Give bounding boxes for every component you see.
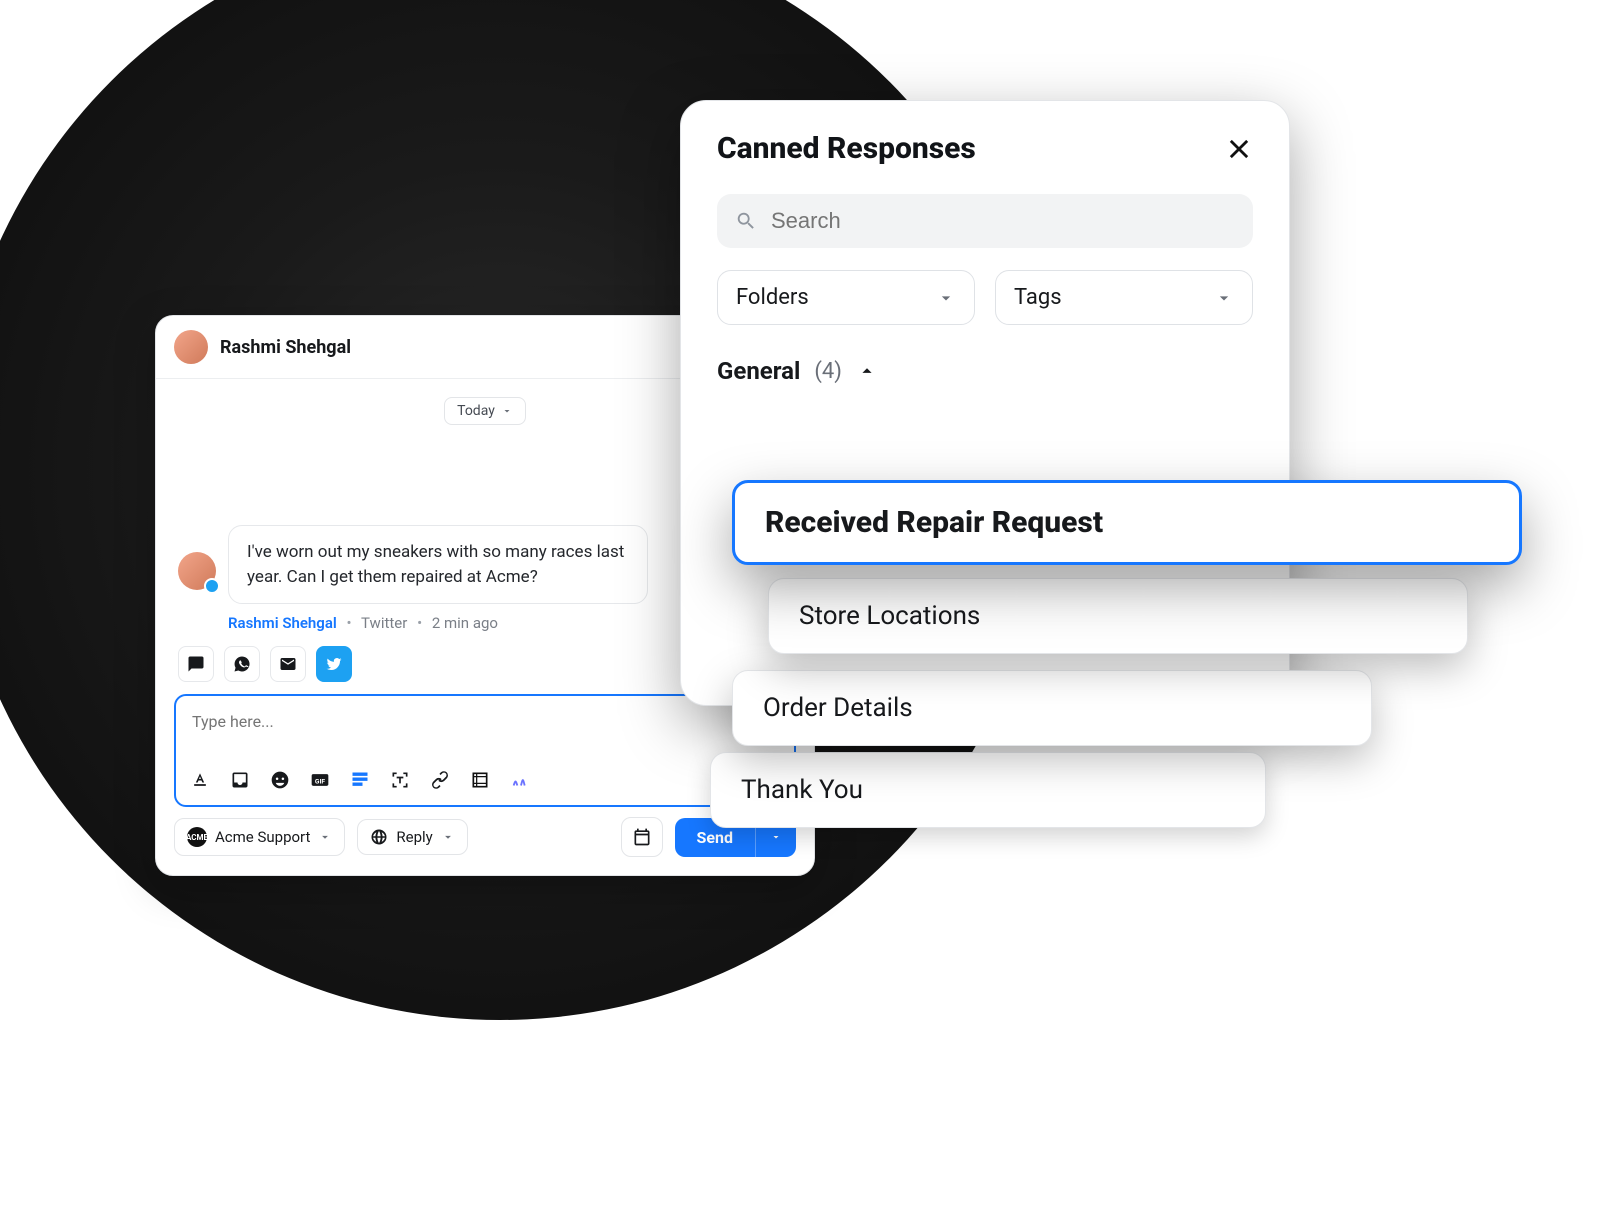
emoji-icon[interactable] (270, 770, 290, 790)
from-account-select[interactable]: ACME Acme Support (174, 818, 345, 856)
channel-twitter-button[interactable] (316, 646, 352, 682)
chevron-down-icon (501, 405, 513, 417)
chevron-up-icon (856, 360, 878, 382)
brand-icon: ACME (187, 827, 207, 847)
inbox-icon[interactable] (230, 770, 250, 790)
message-avatar[interactable] (178, 552, 216, 590)
chevron-down-icon (936, 288, 956, 308)
channel-chat-button[interactable] (178, 646, 214, 682)
reply-mode-select[interactable]: Reply (357, 819, 467, 855)
folders-label: Folders (736, 285, 809, 310)
close-icon (1225, 135, 1253, 163)
folders-filter[interactable]: Folders (717, 270, 975, 325)
from-account-label: Acme Support (215, 828, 310, 846)
chevron-down-icon (441, 830, 455, 844)
canned-response-icon[interactable] (350, 770, 370, 790)
reply-mode-label: Reply (396, 828, 432, 846)
canned-search-input[interactable] (771, 208, 1235, 234)
composer-input[interactable] (190, 708, 780, 735)
schedule-button[interactable] (621, 817, 663, 857)
caret-down-icon (770, 831, 782, 843)
channel-badge-icon (204, 578, 220, 594)
gif-icon[interactable]: GIF (310, 770, 330, 790)
date-label: Today (457, 403, 495, 419)
message-meta: Rashmi Shehgal • Twitter • 2 min ago (228, 614, 648, 632)
canned-item[interactable]: Order Details (732, 670, 1372, 746)
channel-whatsapp-button[interactable] (224, 646, 260, 682)
tags-filter[interactable]: Tags (995, 270, 1253, 325)
message-composer: GIF (174, 694, 796, 807)
canned-title: Canned Responses (717, 131, 976, 166)
whatsapp-icon (233, 655, 251, 673)
animation-icon[interactable] (510, 769, 532, 791)
contact-name[interactable]: Rashmi Shehgal (220, 337, 710, 358)
group-count: (4) (814, 359, 842, 384)
message-channel: Twitter (361, 614, 407, 632)
canned-header: Canned Responses (717, 131, 1253, 166)
video-attach-icon[interactable] (470, 770, 490, 790)
chevron-down-icon (1214, 288, 1234, 308)
message-time: 2 min ago (432, 614, 498, 632)
chat-icon (187, 655, 205, 673)
canned-item[interactable]: Thank You (710, 752, 1266, 828)
canned-item[interactable]: Store Locations (768, 578, 1468, 654)
twitter-icon (325, 655, 343, 673)
svg-text:GIF: GIF (315, 778, 325, 786)
canned-filters: Folders Tags (717, 270, 1253, 325)
date-divider[interactable]: Today (444, 397, 526, 425)
message-bubble: I've worn out my sneakers with so many r… (228, 525, 648, 604)
text-format-icon[interactable] (190, 770, 210, 790)
canned-search[interactable] (717, 194, 1253, 248)
message-author[interactable]: Rashmi Shehgal (228, 614, 337, 632)
tags-label: Tags (1014, 285, 1062, 310)
calendar-icon (632, 827, 652, 847)
chevron-down-icon (318, 830, 332, 844)
text-scan-icon[interactable] (390, 770, 410, 790)
channel-email-button[interactable] (270, 646, 306, 682)
link-icon[interactable] (430, 770, 450, 790)
composer-toolbar: GIF (190, 735, 780, 805)
contact-avatar[interactable] (174, 330, 208, 364)
search-icon (735, 210, 757, 232)
group-name: General (717, 357, 800, 385)
email-icon (279, 655, 297, 673)
canned-item-selected[interactable]: Received Repair Request (732, 480, 1522, 565)
close-button[interactable] (1225, 135, 1253, 163)
globe-icon (370, 828, 388, 846)
collapse-group[interactable] (856, 360, 878, 382)
canned-group-header[interactable]: General (4) (717, 357, 1253, 385)
